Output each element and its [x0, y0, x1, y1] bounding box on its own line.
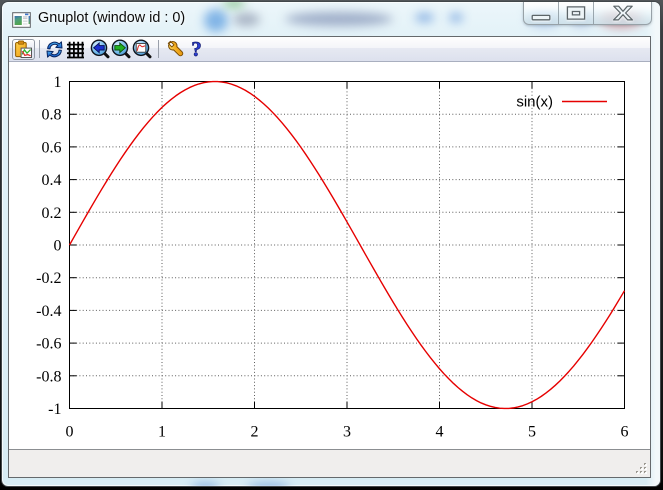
y-tick-label: -0.4	[36, 303, 61, 320]
magnifier-plot-icon	[132, 39, 152, 59]
window-client-area: ? 0 1 2 3 4 5 6 -1 -0.8 -0.6 -0.4 -0.2 0 0.2 0.4 0.6 0.8…	[8, 36, 651, 478]
legend-label: sin(x)	[516, 94, 553, 111]
zoom-previous-button[interactable]	[89, 38, 110, 60]
x-tick-label: 2	[251, 424, 259, 441]
minimize-icon	[531, 5, 551, 21]
resize-grip[interactable]	[635, 462, 648, 475]
y-tick-label: 1	[54, 74, 62, 91]
clipboard-plot-icon	[14, 40, 33, 59]
gnuplot-app-icon	[12, 12, 31, 28]
y-tick-label: -0.6	[36, 336, 61, 353]
window-caption-buttons	[523, 1, 652, 25]
grid-icon	[66, 40, 85, 59]
sine-plot: 0 1 2 3 4 5 6 -1 -0.8 -0.6 -0.4 -0.2 0 0.2 0.4 0.6 0.8 1 s…	[9, 62, 650, 450]
toolbar-separator	[39, 40, 40, 58]
help-button[interactable]: ?	[186, 38, 207, 60]
y-tick-label: 0.8	[42, 107, 62, 124]
y-tick-label: -0.2	[36, 270, 61, 287]
maximize-icon	[566, 5, 586, 21]
window-title: Gnuplot (window id : 0)	[38, 2, 185, 37]
unzoom-all-button[interactable]	[131, 38, 152, 60]
x-tick-label: 3	[343, 424, 351, 441]
gnuplot-window: Gnuplot (window id : 0)	[1, 1, 661, 487]
close-icon	[612, 5, 634, 21]
minimize-button[interactable]	[524, 2, 559, 24]
close-button[interactable]	[594, 2, 651, 24]
toolbar-separator	[158, 40, 159, 58]
title-bar[interactable]: Gnuplot (window id : 0)	[2, 2, 660, 37]
y-tick-label: 0.4	[42, 172, 62, 189]
x-tick-label: 5	[528, 424, 536, 441]
plot-canvas[interactable]: 0 1 2 3 4 5 6 -1 -0.8 -0.6 -0.4 -0.2 0 0.2 0.4 0.6 0.8 1 s…	[9, 62, 650, 449]
y-tick-label: 0.2	[42, 205, 62, 222]
x-tick-label: 6	[621, 424, 629, 441]
refresh-icon	[45, 40, 64, 59]
wrench-icon	[166, 39, 186, 59]
y-tick-label: 0	[54, 238, 62, 255]
replot-button[interactable]	[44, 38, 65, 60]
y-tick-label: -0.8	[36, 368, 61, 385]
magnifier-left-arrow-icon	[90, 39, 110, 59]
options-button[interactable]	[165, 38, 186, 60]
toggle-grid-button[interactable]	[65, 38, 86, 60]
toolbar: ?	[9, 37, 650, 62]
maximize-button[interactable]	[559, 2, 594, 24]
copy-to-clipboard-button[interactable]	[12, 39, 35, 60]
magnifier-right-arrow-icon	[111, 39, 131, 59]
y-tick-label: -1	[48, 401, 61, 418]
y-tick-label: 0.6	[42, 139, 62, 156]
x-tick-label: 4	[436, 424, 444, 441]
zoom-next-button[interactable]	[110, 38, 131, 60]
status-bar	[9, 449, 650, 477]
x-tick-label: 1	[158, 424, 166, 441]
x-tick-label: 0	[66, 424, 74, 441]
question-mark-icon: ?	[191, 39, 202, 59]
